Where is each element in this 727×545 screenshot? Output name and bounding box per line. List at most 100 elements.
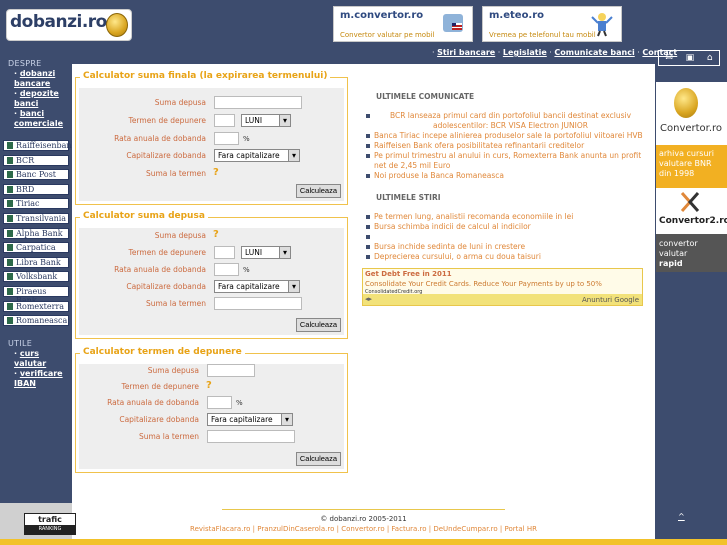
bank-piraeus[interactable]: Piraeus Bank bbox=[3, 285, 69, 305]
calc-termen-depunere: Calculator termen de depunere Suma depus… bbox=[75, 347, 348, 473]
trafic-line1: trafic bbox=[38, 515, 62, 524]
ad-badge[interactable]: Anunturi Google bbox=[582, 296, 639, 304]
help-icon[interactable]: ? bbox=[213, 167, 219, 178]
google-ad[interactable]: Get Debt Free in 2011 Consolidate Your C… bbox=[362, 268, 643, 306]
arhiva-ad[interactable]: arhiva cursuri valutare BNR din 1998 bbox=[656, 145, 727, 188]
bank-volksbank[interactable]: Volksbank bbox=[3, 271, 69, 283]
convertor-label: Convertor.ro bbox=[660, 123, 723, 134]
capitalizare-select[interactable]: Fara capitalizare bbox=[214, 280, 300, 293]
bank-libra[interactable]: Libra Bank bbox=[3, 256, 69, 268]
label: Rata anuala de dobanda bbox=[114, 265, 206, 274]
copyright: © dobanzi.ro 2005-2011 bbox=[320, 515, 407, 523]
link-depozite-banci[interactable]: depozite banci bbox=[14, 89, 59, 108]
rata-input[interactable] bbox=[214, 132, 239, 145]
label: Suma depusa bbox=[147, 366, 199, 375]
footer: © dobanzi.ro 2005-2011 RevistaFlacara.ro… bbox=[72, 503, 655, 539]
link-banci-comerciale[interactable]: banci comerciale bbox=[14, 109, 63, 128]
rata-input[interactable] bbox=[214, 263, 239, 276]
convertor2-label: Convertor2.ro bbox=[659, 216, 727, 226]
label: Suma la termen bbox=[145, 169, 206, 178]
ad-headline[interactable]: Get Debt Free in 2011 bbox=[365, 270, 452, 278]
logo[interactable]: dobanzi.ro bbox=[6, 9, 132, 41]
bank-bancpost[interactable]: Banc Post bbox=[3, 169, 69, 181]
back-to-top-link[interactable]: ^ bbox=[678, 512, 685, 521]
news-item[interactable]: BCR lanseaza primul card din portofoliul… bbox=[364, 111, 647, 131]
rata-input[interactable] bbox=[207, 396, 232, 409]
label: Capitalizare dobanda bbox=[119, 415, 199, 424]
bank-brd[interactable]: BRD bbox=[3, 183, 69, 195]
news-item[interactable]: Pe primul trimestru al anului in curs, R… bbox=[364, 151, 647, 171]
news-item[interactable]: Noi produse la Banca Romaneasca bbox=[364, 171, 647, 181]
termen-input[interactable] bbox=[214, 246, 235, 259]
rapid-ad[interactable]: convertor valutar rapid bbox=[656, 234, 727, 272]
banner-meteo[interactable]: m.eteo.ro Vremea pe telefonul tau mobil bbox=[482, 6, 622, 42]
row-suma-depusa: Suma depusa ? bbox=[79, 229, 344, 243]
folder-icon[interactable]: ▣ bbox=[686, 53, 695, 63]
bank-romaneasca[interactable]: Romaneasca bbox=[3, 315, 69, 327]
nav-comunicate[interactable]: Comunicate banci bbox=[554, 48, 634, 57]
ad-prev-icon[interactable]: ◂▸ bbox=[365, 295, 372, 303]
right-column: Convertor.ro arhiva cursuri valutare BNR… bbox=[656, 67, 727, 503]
news-item[interactable]: Bursa schimba indicii de calcul al indic… bbox=[364, 222, 647, 232]
link-verificare-iban[interactable]: verificare IBAN bbox=[14, 369, 63, 388]
coin-icon bbox=[674, 88, 698, 118]
capitalizare-select[interactable]: Fara capitalizare bbox=[214, 149, 300, 162]
rapid-label: convertor valutar bbox=[659, 239, 698, 258]
calculeaza-button[interactable]: Calculeaza bbox=[295, 318, 341, 332]
help-icon[interactable]: ? bbox=[213, 229, 219, 240]
news-item[interactable]: Banca Tiriac incepe alinierea produselor… bbox=[364, 131, 647, 141]
home-icon[interactable]: ⌂ bbox=[707, 53, 713, 63]
label: Termen de depunere bbox=[128, 248, 206, 257]
termen-input[interactable] bbox=[214, 114, 235, 127]
calc-title: Calculator suma finala (la expirarea ter… bbox=[80, 71, 331, 81]
stiri-head: ULTIMELE STIRI bbox=[376, 193, 441, 202]
news-item[interactable]: Bursa inchide sedinta de luni in crester… bbox=[364, 242, 647, 252]
suma-termen-input[interactable] bbox=[214, 297, 302, 310]
bank-transilvania[interactable]: Transilvania bbox=[3, 212, 69, 224]
row-suma-depusa: Suma depusa bbox=[79, 96, 344, 110]
row-suma-termen: Suma la termen ? bbox=[79, 167, 344, 181]
news-item[interactable]: Pe termen lung, analistii recomanda econ… bbox=[364, 212, 647, 222]
banner-mconvertor[interactable]: m.convertor.ro Convertor valutar pe mobi… bbox=[333, 6, 473, 42]
news-item[interactable]: Deprecierea cursului, o arma cu doua tai… bbox=[364, 252, 647, 262]
suma-depusa-input[interactable] bbox=[214, 96, 302, 109]
percent-icon: % bbox=[243, 266, 250, 274]
mail-icon[interactable]: ✉ bbox=[665, 53, 673, 63]
bank-tiriac[interactable]: Tiriac bbox=[3, 198, 69, 210]
bank-carpatica[interactable]: Carpatica bbox=[3, 242, 69, 254]
capitalizare-select[interactable]: Fara capitalizare bbox=[207, 413, 293, 426]
percent-icon: % bbox=[243, 135, 250, 143]
bank-raiffeisen[interactable]: Raiffeisenbank bbox=[3, 140, 76, 151]
convertor2-ad[interactable]: Convertor2.ro bbox=[656, 188, 727, 234]
link-dobanzi-bancare[interactable]: dobanzi bancare bbox=[14, 69, 55, 88]
banner-subtitle: Convertor valutar pe mobil bbox=[340, 31, 435, 39]
banner-title: m.eteo.ro bbox=[489, 10, 545, 21]
suma-termen-input[interactable] bbox=[207, 430, 295, 443]
news-item[interactable]: Raiffeisen Bank ofera posibilitatea refi… bbox=[364, 141, 647, 151]
calculeaza-button[interactable]: Calculeaza bbox=[295, 184, 341, 198]
bank-bcr[interactable]: BCR bbox=[3, 154, 69, 166]
calculeaza-button[interactable]: Calculeaza bbox=[295, 452, 341, 466]
help-icon[interactable]: ? bbox=[206, 380, 212, 391]
sidebar-utile-links: · curs valutar · verificare IBAN bbox=[14, 349, 63, 388]
row-termen: Termen de depunere LUNI bbox=[79, 114, 344, 128]
bank-alpha[interactable]: Alpha Bank bbox=[3, 227, 69, 239]
suma-depusa-input[interactable] bbox=[207, 364, 255, 377]
trafic-ranking[interactable]: trafic RANKING bbox=[0, 503, 76, 539]
phone-flag-icon bbox=[443, 14, 463, 32]
period-select[interactable]: LUNI bbox=[241, 114, 291, 127]
convertor-ad[interactable]: Convertor.ro bbox=[656, 82, 727, 145]
nav-legislatie[interactable]: Legislatie bbox=[503, 48, 547, 57]
calc-body: Suma depusa Termen de depunere LUNI Rata… bbox=[79, 88, 344, 201]
period-select[interactable]: LUNI bbox=[241, 246, 291, 259]
comunicate-head: ULTIMELE COMUNICATE bbox=[376, 92, 475, 101]
bank-romexterra[interactable]: Romexterra bbox=[3, 300, 69, 312]
coins-icon bbox=[106, 13, 128, 37]
footer-links[interactable]: RevistaFlacara.ro | PranzulDinCaserola.r… bbox=[72, 525, 655, 533]
link-curs-valutar[interactable]: curs valutar bbox=[14, 349, 46, 368]
calc-body: Suma depusa ? Termen de depunere LUNI Ra… bbox=[79, 228, 344, 335]
sidebar-despre-head: DESPRE bbox=[8, 59, 42, 68]
nav-stiri[interactable]: Stiri bancare bbox=[437, 48, 495, 57]
bottom-strip bbox=[0, 539, 727, 545]
news-item[interactable] bbox=[364, 232, 647, 242]
